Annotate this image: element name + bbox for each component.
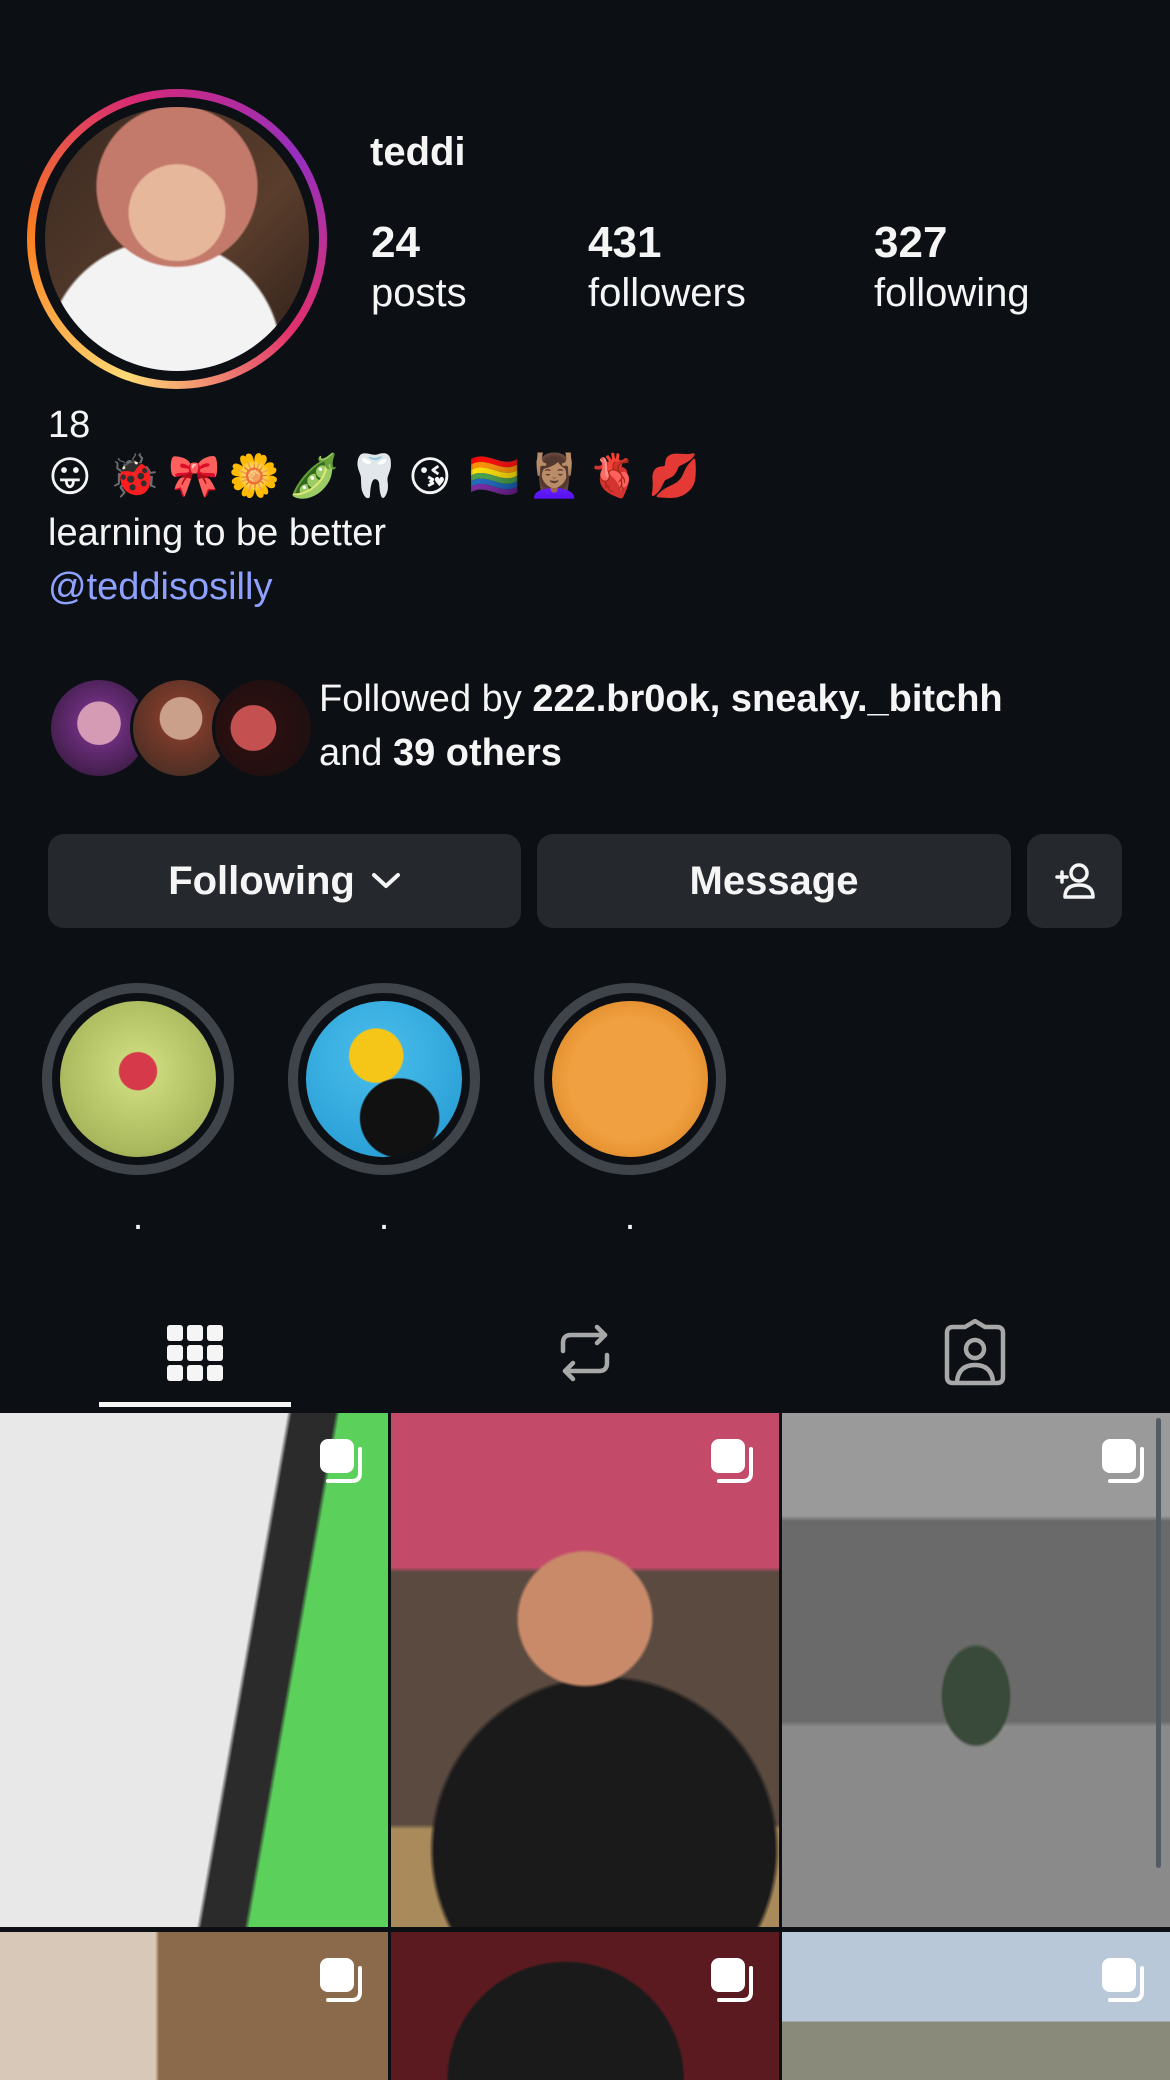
emoji: 😘 bbox=[408, 453, 452, 500]
bio-text: learning to be better bbox=[48, 512, 387, 554]
multiple-photos-icon bbox=[1098, 1954, 1148, 2009]
multiple-photos-icon bbox=[316, 1435, 366, 1490]
highlight-label: . bbox=[378, 1196, 390, 1238]
story-highlight[interactable] bbox=[42, 983, 234, 1175]
add-person-icon bbox=[1051, 861, 1099, 901]
followed-by-text[interactable]: Followed by 222.br0ok, sneaky._bitchh an… bbox=[319, 672, 1139, 780]
avatar bbox=[212, 677, 314, 779]
profile-photo bbox=[45, 107, 309, 371]
top-bar: teddi bbox=[0, 0, 1170, 20]
message-button[interactable]: Message bbox=[537, 834, 1011, 928]
grid-icon bbox=[165, 1323, 225, 1388]
tagged-icon bbox=[941, 1318, 1009, 1392]
posts-stat[interactable]: 24 posts bbox=[371, 218, 467, 318]
highlight-cover bbox=[306, 1001, 462, 1157]
profile-display-name: teddi bbox=[370, 130, 466, 174]
post-thumbnail[interactable] bbox=[391, 1413, 779, 1927]
chevron-down-icon bbox=[371, 871, 401, 891]
emoji: 🎀 bbox=[168, 452, 221, 499]
emoji: 💋 bbox=[648, 452, 701, 499]
tab-tagged[interactable] bbox=[780, 1300, 1170, 1410]
bio-age: 18 bbox=[48, 404, 91, 446]
multiple-photos-icon bbox=[707, 1435, 757, 1490]
scrollbar[interactable] bbox=[1156, 1418, 1161, 1868]
emoji: 🏳️‍🌈 bbox=[468, 452, 521, 499]
profile-avatar[interactable] bbox=[27, 89, 327, 389]
followed-by-and: and bbox=[319, 732, 383, 774]
highlight-label: . bbox=[624, 1196, 636, 1238]
mutual-followers-avatars[interactable] bbox=[48, 677, 314, 779]
followed-by-others: 39 others bbox=[392, 732, 562, 774]
header-username: teddi bbox=[158, 0, 282, 12]
emoji: 🦷 bbox=[348, 452, 401, 499]
suggest-people-button[interactable] bbox=[1027, 834, 1122, 928]
followed-by-names: 222.br0ok, sneaky._bitchh bbox=[532, 678, 1003, 720]
back-arrow-icon[interactable] bbox=[70, 0, 110, 1]
post-thumbnail[interactable] bbox=[0, 1413, 388, 1927]
bio-link[interactable]: @teddisosilly bbox=[48, 566, 272, 609]
posts-label: posts bbox=[371, 271, 467, 315]
following-label: following bbox=[874, 271, 1030, 315]
highlight-cover bbox=[60, 1001, 216, 1157]
active-tab-indicator bbox=[99, 1402, 291, 1407]
multiple-photos-icon bbox=[316, 1954, 366, 2009]
followers-label: followers bbox=[588, 271, 746, 315]
post-thumbnail[interactable] bbox=[782, 1413, 1170, 1927]
bio-emojis: 😛 🐞 🎀 🌼 🫛 🦷 😘 🏳️‍🌈 💆🏽‍♀️ 🫀 💋 bbox=[48, 452, 700, 510]
multiple-photos-icon bbox=[1098, 1435, 1148, 1490]
highlight-label: . bbox=[132, 1196, 144, 1238]
followed-by-prefix: Followed by bbox=[319, 678, 522, 720]
emoji: 😛 bbox=[48, 453, 92, 500]
story-highlight[interactable] bbox=[534, 983, 726, 1175]
emoji: 🫀 bbox=[588, 452, 641, 499]
followers-count: 431 bbox=[588, 218, 662, 267]
reels-repost-icon bbox=[553, 1321, 617, 1390]
following-stat[interactable]: 327 following bbox=[874, 218, 1030, 318]
post-thumbnail[interactable] bbox=[391, 1932, 779, 2080]
highlight-cover bbox=[552, 1001, 708, 1157]
message-button-label: Message bbox=[689, 858, 859, 903]
emoji: 💆🏽‍♀️ bbox=[528, 452, 581, 499]
following-count: 327 bbox=[874, 218, 948, 267]
tab-reposts[interactable] bbox=[390, 1300, 780, 1410]
emoji: 🌼 bbox=[228, 452, 281, 499]
followers-stat[interactable]: 431 followers bbox=[588, 218, 746, 318]
emoji: 🫛 bbox=[288, 452, 341, 499]
post-thumbnail[interactable] bbox=[782, 1932, 1170, 2080]
tab-posts-grid[interactable] bbox=[0, 1300, 390, 1410]
posts-count: 24 bbox=[371, 218, 420, 267]
multiple-photos-icon bbox=[707, 1954, 757, 2009]
post-thumbnail[interactable] bbox=[0, 1932, 388, 2080]
following-button[interactable]: Following bbox=[48, 834, 521, 928]
emoji: 🐞 bbox=[108, 452, 161, 499]
story-highlight[interactable] bbox=[288, 983, 480, 1175]
following-button-label: Following bbox=[168, 858, 355, 903]
